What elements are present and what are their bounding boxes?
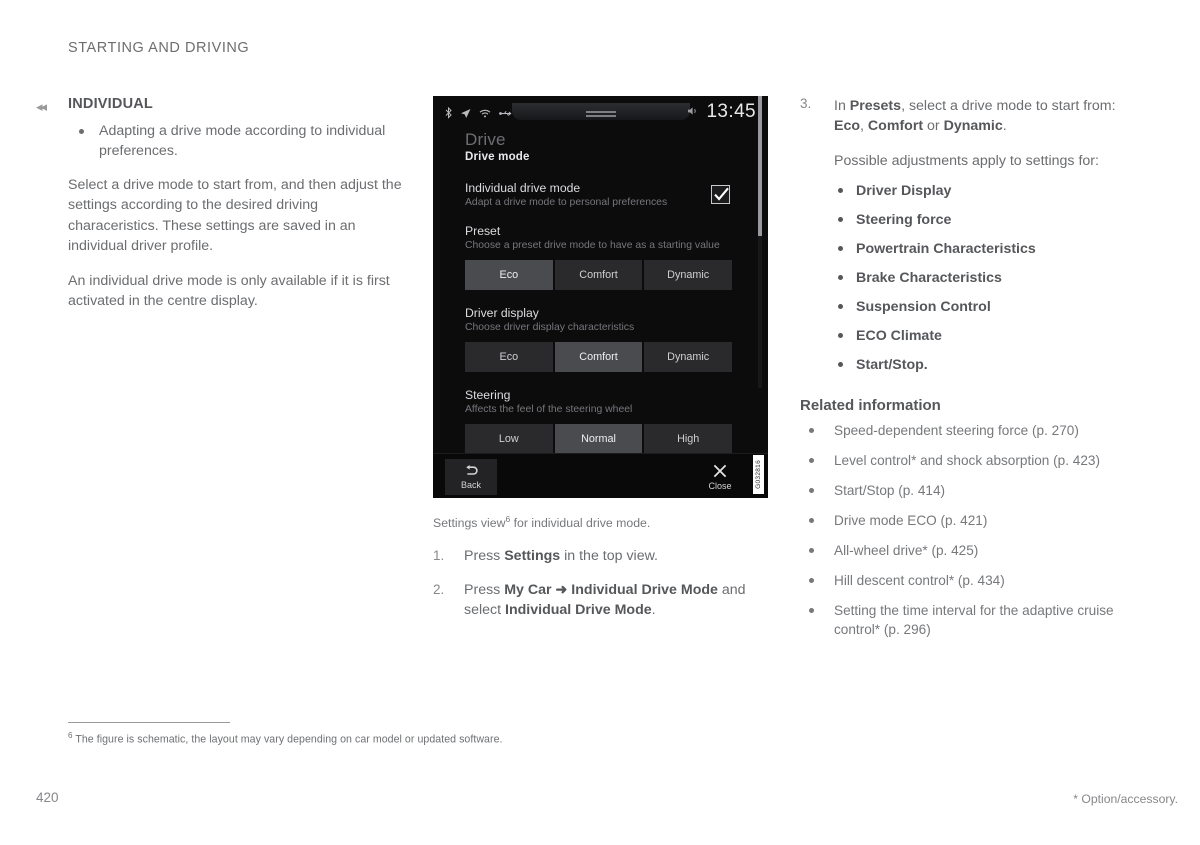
preset-option-comfort[interactable]: Comfort xyxy=(554,260,643,290)
navigation-arrow-icon xyxy=(460,108,471,119)
individual-drive-mode-checkbox[interactable] xyxy=(711,185,730,204)
setting-title: Driver display xyxy=(465,306,539,320)
footnote-text: The figure is schematic, the layout may … xyxy=(75,733,503,746)
driver-display-option-dynamic[interactable]: Dynamic xyxy=(644,342,733,372)
list-item: Driver Display xyxy=(834,181,1145,201)
procedure-step-2: 2. Press My Car ➜ Individual Drive Mode … xyxy=(433,580,768,621)
adjustments-list: Driver Display Steering force Powertrain… xyxy=(834,181,1145,375)
individual-bullet-list: Adapting a drive mode according to indiv… xyxy=(68,121,408,161)
manual-page: STARTING AND DRIVING ◂◂ INDIVIDUAL Adapt… xyxy=(0,0,1200,845)
figure-caption-post: for individual drive mode. xyxy=(510,516,651,531)
steering-option-low[interactable]: Low xyxy=(465,424,553,454)
list-item: Suspension Control xyxy=(834,297,1145,317)
speaker-icon xyxy=(687,103,699,121)
related-link[interactable]: Hill descent control* (p. 434) xyxy=(800,571,1145,590)
list-item: Brake Characteristics xyxy=(834,268,1145,288)
infotainment-figure: 13:45 Drive Drive mode Individual drive … xyxy=(433,96,768,633)
list-item: Adapting a drive mode according to indiv… xyxy=(68,121,408,161)
page-number: 420 xyxy=(36,790,59,805)
close-button-label: Close xyxy=(708,480,732,491)
list-item: Powertrain Characteristics xyxy=(834,239,1145,259)
screen-subtitle: Drive mode xyxy=(465,151,530,163)
status-bar-clock: 13:45 xyxy=(706,101,756,122)
centre-display-screenshot: 13:45 Drive Drive mode Individual drive … xyxy=(433,96,768,498)
driver-display-option-eco[interactable]: Eco xyxy=(465,342,553,372)
steering-option-normal[interactable]: Normal xyxy=(554,424,643,454)
scrollbar-thumb[interactable] xyxy=(758,96,762,236)
setting-row-preset[interactable]: Preset Choose a preset drive mode to hav… xyxy=(465,215,756,297)
figure-caption: Settings view6 for individual drive mode… xyxy=(433,511,768,532)
settings-list[interactable]: Individual drive mode Adapt a drive mode… xyxy=(465,172,756,464)
list-item: Start/Stop. xyxy=(834,355,1145,375)
step-number: 3. xyxy=(800,96,812,111)
step-number: 1. xyxy=(433,548,445,564)
wifi-icon xyxy=(479,109,491,118)
preset-option-dynamic[interactable]: Dynamic xyxy=(644,260,733,290)
left-paragraph-2: An individual drive mode is only availab… xyxy=(68,272,390,310)
related-link[interactable]: All-wheel drive* (p. 425) xyxy=(800,541,1145,560)
setting-description: Choose a preset drive mode to have as a … xyxy=(465,240,720,251)
close-x-icon xyxy=(713,464,727,480)
procedure-step-1: 1. Press Settings in the top view. xyxy=(433,546,768,566)
related-link[interactable]: Level control* and shock absorption (p. … xyxy=(800,451,1145,470)
option-accessory-note: * Option/accessory. xyxy=(1073,792,1178,806)
step-text: Press My Car ➜ Individual Drive Mode and… xyxy=(464,581,746,618)
step-text: Press Settings in the top view. xyxy=(464,548,658,565)
figure-caption-pre: Settings view xyxy=(433,516,506,531)
back-button-label: Back xyxy=(460,479,481,490)
preset-segmented-control[interactable]: Eco Comfort Dynamic xyxy=(465,260,733,290)
steering-segmented-control[interactable]: Low Normal High xyxy=(465,424,733,454)
setting-row-steering[interactable]: Steering Affects the feel of the steerin… xyxy=(465,379,756,461)
left-column: ◂◂ INDIVIDUAL Adapting a drive mode acco… xyxy=(36,96,408,311)
adjustments-intro: Possible adjustments apply to settings f… xyxy=(834,152,1099,169)
setting-description: Choose driver display characteristics xyxy=(465,322,635,333)
setting-title: Preset xyxy=(465,224,501,238)
double-left-arrow-icon: ◂◂ xyxy=(36,99,47,114)
figure-id-code: G032816 xyxy=(753,455,764,494)
related-link[interactable]: Start/Stop (p. 414) xyxy=(800,481,1145,500)
back-arrow-icon xyxy=(464,464,479,479)
page-chapter-title: STARTING AND DRIVING xyxy=(68,40,250,56)
back-button[interactable]: Back xyxy=(445,459,497,495)
related-information-list: Speed-dependent steering force (p. 270) … xyxy=(800,421,1145,639)
setting-row-individual-drive-mode[interactable]: Individual drive mode Adapt a drive mode… xyxy=(465,172,756,215)
right-column: 3. In Presets, select a drive mode to st… xyxy=(800,96,1145,650)
steering-option-high[interactable]: High xyxy=(644,424,733,454)
footnote: 6 The figure is schematic, the layout ma… xyxy=(68,731,503,746)
procedure-steps: 1. Press Settings in the top view. 2. Pr… xyxy=(433,546,768,620)
procedure-step-3: 3. In Presets, select a drive mode to st… xyxy=(800,96,1145,375)
close-button[interactable]: Close xyxy=(694,459,746,495)
list-item: ECO Climate xyxy=(834,326,1145,346)
screen-bottom-bar: Back Close G032816 xyxy=(433,453,768,498)
setting-row-driver-display[interactable]: Driver display Choose driver display cha… xyxy=(465,297,756,379)
related-link[interactable]: Drive mode ECO (p. 421) xyxy=(800,511,1145,530)
footnote-marker: 6 xyxy=(68,731,73,740)
status-bar: 13:45 xyxy=(433,101,768,124)
screen-title: Drive xyxy=(465,130,506,149)
display-notch xyxy=(511,103,690,120)
related-information-heading: Related information xyxy=(800,397,941,415)
setting-description: Affects the feel of the steering wheel xyxy=(465,404,633,415)
preset-option-eco[interactable]: Eco xyxy=(465,260,553,290)
related-link[interactable]: Setting the time interval for the adapti… xyxy=(800,601,1145,639)
related-link[interactable]: Speed-dependent steering force (p. 270) xyxy=(800,421,1145,440)
footnote-divider xyxy=(68,722,230,723)
left-paragraph-1: Select a drive mode to start from, and t… xyxy=(68,177,402,255)
step-text: In Presets, select a drive mode to start… xyxy=(834,98,1116,135)
setting-title: Steering xyxy=(465,388,511,402)
bluetooth-icon xyxy=(445,107,452,119)
section-heading-individual: INDIVIDUAL xyxy=(68,96,153,112)
driver-display-segmented-control[interactable]: Eco Comfort Dynamic xyxy=(465,342,733,372)
step-number: 2. xyxy=(433,581,445,597)
list-item: Steering force xyxy=(834,210,1145,230)
driver-display-option-comfort[interactable]: Comfort xyxy=(554,342,643,372)
